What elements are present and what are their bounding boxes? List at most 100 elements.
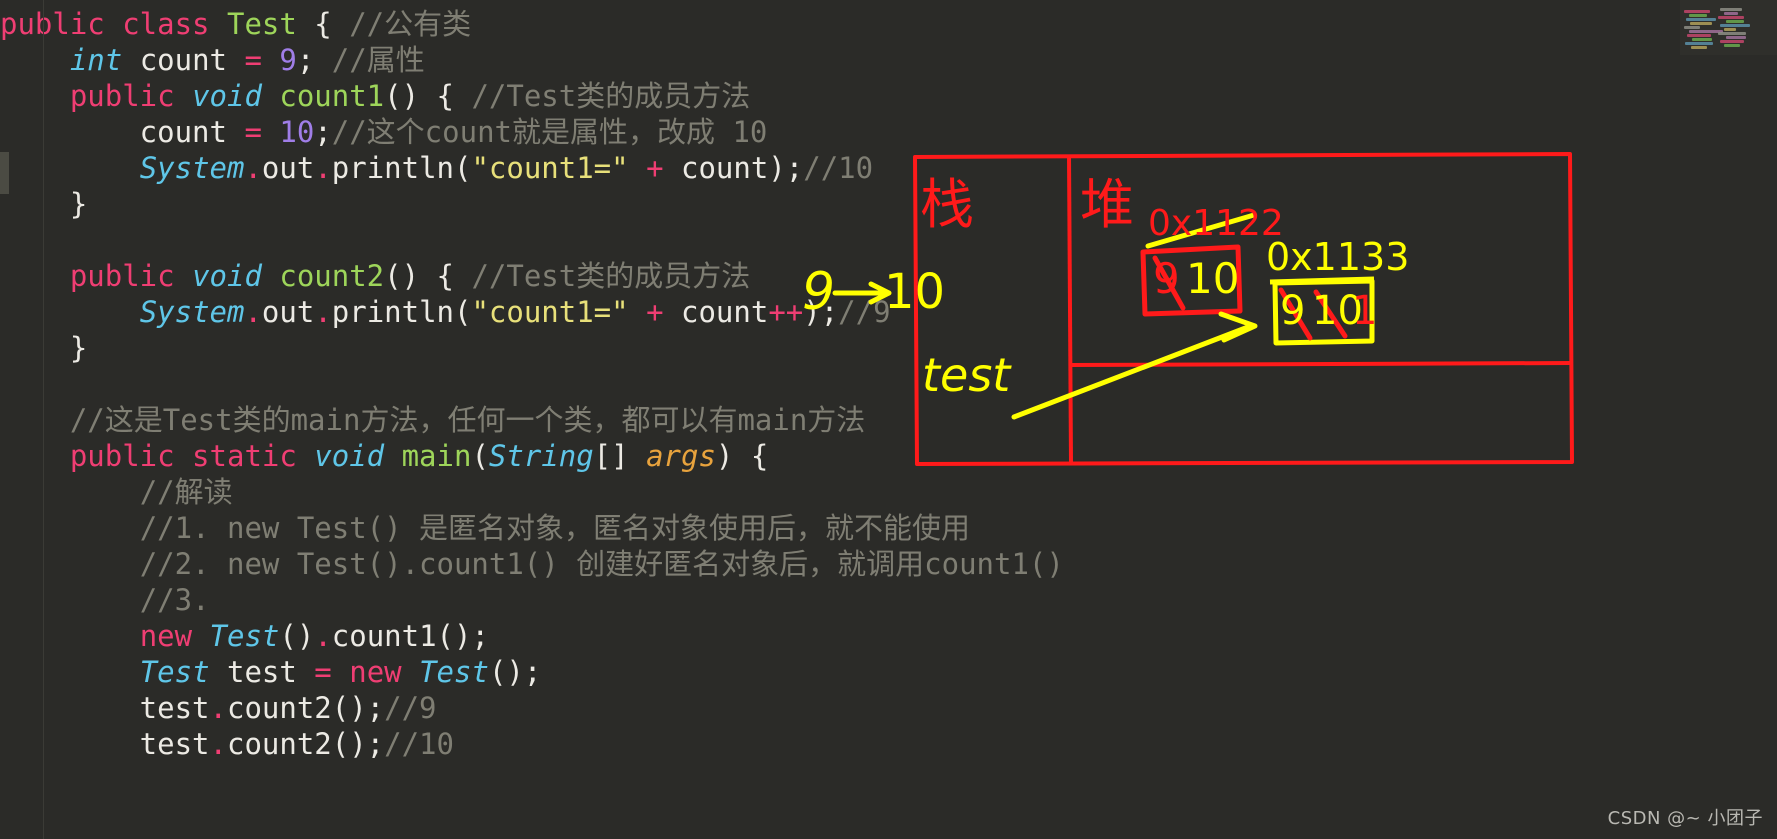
minimap-row: [1718, 16, 1744, 19]
minimap-row: [1690, 22, 1712, 25]
code-token: .: [209, 727, 227, 761]
code-line[interactable]: }: [0, 330, 1777, 366]
code-line[interactable]: [0, 366, 1777, 402]
code-line[interactable]: //1. new Test() 是匿名对象，匿名对象使用后，就不能使用: [0, 510, 1777, 546]
code-token: println(: [331, 151, 472, 185]
code-line[interactable]: public void count1() { //Test类的成员方法: [0, 78, 1777, 114]
code-token: test: [0, 727, 210, 761]
editor-gutter-marker[interactable]: [0, 152, 9, 194]
code-token: public: [69, 79, 193, 113]
minimap-row: [1718, 32, 1746, 35]
code-token: Test: [139, 655, 210, 689]
code-token: void: [192, 79, 262, 113]
code-line[interactable]: [0, 222, 1777, 258]
label-stack: 栈: [920, 173, 974, 236]
code-line[interactable]: //2. new Test().count1() 创建好匿名对象后，就调用cou…: [0, 546, 1777, 582]
code-token: =: [244, 115, 262, 149]
minimap-row: [1724, 12, 1738, 15]
code-token: //9: [838, 295, 891, 329]
code-line[interactable]: //这是Test类的main方法，任何一个类，都可以有main方法: [0, 402, 1777, 438]
code-token: out: [261, 295, 315, 329]
code-line[interactable]: test.count2();//10: [0, 726, 1777, 762]
minimap-row: [1724, 28, 1736, 31]
screenshot-root: public class Test { //公有类 int count = 9;…: [0, 0, 1777, 839]
code-line[interactable]: test.count2();//9: [0, 690, 1777, 726]
code-token: []: [593, 439, 647, 473]
code-token: System: [139, 151, 245, 185]
code-line[interactable]: new Test().count1();: [0, 618, 1777, 654]
minimap-row: [1685, 42, 1713, 45]
code-token: println(: [331, 295, 472, 329]
code-token: //这个count就是属性，改成 10: [331, 115, 768, 149]
code-line[interactable]: System.out.println("count1=" + count);//…: [0, 150, 1777, 186]
editor-gutter-divider: [43, 0, 44, 839]
code-line[interactable]: Test test = new Test();: [0, 654, 1777, 690]
value-box1-old: 9: [1153, 254, 1180, 303]
minimap-row: [1686, 18, 1716, 21]
code-token: //10: [803, 151, 874, 185]
code-token: //这是Test类的main方法，任何一个类，都可以有main方法: [69, 403, 866, 437]
code-token: count: [122, 43, 245, 77]
code-token: .: [244, 295, 262, 329]
code-token: (): [279, 619, 315, 653]
code-line[interactable]: }: [0, 186, 1777, 222]
label-heap: 堆: [1080, 173, 1134, 236]
code-token: public static: [69, 439, 315, 473]
label-stack-var-test: test: [922, 348, 1011, 402]
code-line[interactable]: public class Test { //公有类: [0, 6, 1777, 42]
code-line[interactable]: count = 10;//这个count就是属性，改成 10: [0, 114, 1777, 150]
code-token: Test: [419, 655, 489, 689]
label-heap-address-1133: 0x1133: [1266, 235, 1410, 279]
code-token: count2();: [226, 691, 385, 725]
code-token: //属性: [331, 43, 425, 77]
code-token: //Test类的成员方法: [471, 79, 751, 113]
minimap-row: [1684, 10, 1710, 13]
code-line[interactable]: public static void main(String[] args) {: [0, 438, 1777, 474]
code-token: System: [139, 295, 245, 329]
code-token: 10: [279, 115, 315, 149]
code-token: "count1=": [471, 295, 629, 329]
code-token: count: [0, 115, 245, 149]
code-minimap[interactable]: [1680, 0, 1777, 55]
code-token: void: [314, 439, 385, 473]
minimap-row: [1720, 40, 1744, 43]
code-token: public class: [0, 7, 227, 41]
code-token: //Test类的成员方法: [471, 259, 751, 293]
minimap-row: [1684, 26, 1700, 29]
code-token: count1: [279, 79, 385, 113]
minimap-row: [1689, 14, 1707, 17]
code-line[interactable]: //3.: [0, 582, 1777, 618]
code-token: {: [296, 7, 350, 41]
code-token: count2: [279, 259, 385, 293]
code-token: () {: [384, 79, 472, 113]
code-token: new: [349, 655, 402, 689]
code-token: ;: [296, 43, 332, 77]
code-token: =: [314, 655, 332, 689]
code-token: "count1=": [471, 151, 629, 185]
code-token: .: [314, 295, 332, 329]
code-token: ();: [488, 655, 542, 689]
code-token: public: [69, 259, 193, 293]
code-token: out: [261, 151, 315, 185]
code-token: .: [209, 691, 227, 725]
code-editor[interactable]: public class Test { //公有类 int count = 9;…: [0, 0, 1777, 839]
code-line[interactable]: //解读: [0, 474, 1777, 510]
label-heap-address-1122: 0x1122: [1148, 203, 1284, 244]
code-token: count: [663, 295, 769, 329]
code-line[interactable]: int count = 9; //属性: [0, 42, 1777, 78]
